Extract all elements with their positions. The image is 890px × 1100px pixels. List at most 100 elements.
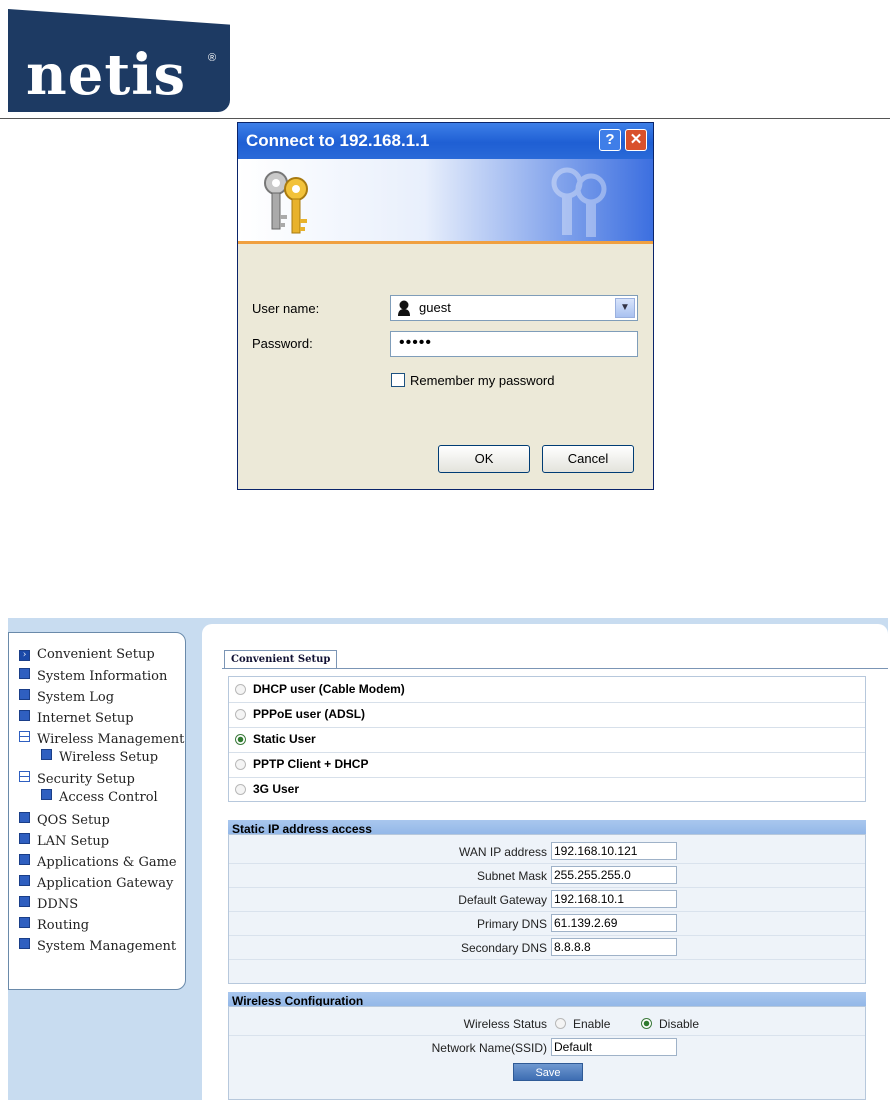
secondary-dns-input[interactable]: 8.8.8.8 <box>551 938 677 956</box>
dialog-titlebar: Connect to 192.168.1.1 ? ✕ <box>238 123 653 159</box>
login-dialog: Connect to 192.168.1.1 ? ✕ User name: gu… <box>237 122 654 490</box>
square-icon <box>19 854 30 865</box>
main-content: Convenient Setup DHCP user (Cable Modem)… <box>202 624 888 1100</box>
option-pptp-client[interactable]: PPTP Client + DHCP <box>229 752 865 778</box>
square-icon <box>41 749 52 760</box>
close-button[interactable]: ✕ <box>625 129 647 151</box>
square-icon <box>41 789 52 800</box>
form-row-primary-dns: Primary DNS 61.139.2.69 <box>229 911 865 936</box>
nav-label: Wireless Management <box>37 732 185 747</box>
option-3g-user[interactable]: 3G User <box>229 777 865 802</box>
nav-item-applications-game[interactable]: Applications & Game <box>19 854 177 870</box>
radio-button[interactable] <box>235 684 246 695</box>
nav-label: Wireless Setup <box>59 750 159 765</box>
folder-open-icon <box>19 731 30 742</box>
dialog-banner <box>238 159 653 244</box>
ssid-input[interactable]: Default <box>551 1038 677 1056</box>
help-button[interactable]: ? <box>599 129 621 151</box>
primary-dns-input[interactable]: 61.139.2.69 <box>551 914 677 932</box>
field-label: Primary DNS <box>476 917 547 931</box>
form-row-default-gateway: Default Gateway 192.168.10.1 <box>229 887 865 912</box>
wireless-config-form: Wireless Status Enable Disable Network N… <box>228 1006 866 1100</box>
square-icon <box>19 812 30 823</box>
nav-label: Convenient Setup <box>37 647 155 662</box>
square-icon <box>19 875 30 886</box>
nav-label: Access Control <box>59 790 158 805</box>
option-label: 3G User <box>253 782 300 796</box>
background-keys-icon <box>551 167 607 237</box>
nav-item-routing[interactable]: Routing <box>19 917 89 933</box>
field-label: Default Gateway <box>458 893 547 907</box>
nav-item-system-management[interactable]: System Management <box>19 938 176 954</box>
remember-password-checkbox[interactable] <box>391 373 405 387</box>
username-combobox[interactable]: guest ▼ <box>390 295 638 321</box>
keys-icon <box>264 171 308 234</box>
radio-button[interactable] <box>235 784 246 795</box>
password-label: Password: <box>252 336 313 351</box>
form-row-wan-ip: WAN IP address 192.168.10.121 <box>229 839 865 864</box>
option-label: Static User <box>253 732 316 746</box>
option-label: PPPoE user (ADSL) <box>253 707 366 721</box>
enable-label: Enable <box>573 1017 611 1031</box>
enable-radio[interactable] <box>555 1018 566 1029</box>
nav-item-qos-setup[interactable]: QOS Setup <box>19 812 110 828</box>
nav-label: LAN Setup <box>37 834 110 849</box>
nav-label: Application Gateway <box>37 876 174 891</box>
square-icon <box>19 710 30 721</box>
wan-ip-input[interactable]: 192.168.10.121 <box>551 842 677 860</box>
option-label: PPTP Client + DHCP <box>253 757 369 771</box>
option-static-user[interactable]: Static User <box>229 727 865 753</box>
field-label: Secondary DNS <box>460 941 547 955</box>
nav-item-access-control[interactable]: Access Control <box>41 789 158 805</box>
router-admin-panel: › Convenient Setup System Information Sys… <box>8 618 888 1100</box>
nav-item-system-log[interactable]: System Log <box>19 689 114 705</box>
user-icon <box>398 300 410 316</box>
disable-label: Disable <box>659 1017 700 1031</box>
nav-label: Security Setup <box>37 772 135 787</box>
nav-item-convenient-setup[interactable]: › Convenient Setup <box>19 647 155 662</box>
logo-registered-mark: ® <box>208 52 217 64</box>
static-ip-form: WAN IP address 192.168.10.121 Subnet Mas… <box>228 834 866 984</box>
nav-item-lan-setup[interactable]: LAN Setup <box>19 833 109 849</box>
option-dhcp-user[interactable]: DHCP user (Cable Modem) <box>229 677 865 703</box>
field-label: Wireless Status <box>463 1017 547 1031</box>
radio-button[interactable] <box>235 709 246 720</box>
nav-label: System Log <box>37 690 115 705</box>
nav-label: Routing <box>37 918 90 933</box>
option-pppoe-user[interactable]: PPPoE user (ADSL) <box>229 702 865 728</box>
tab-divider <box>222 668 888 669</box>
square-icon <box>19 938 30 949</box>
chevron-down-icon[interactable]: ▼ <box>615 298 635 318</box>
password-field[interactable]: ••••• <box>390 331 638 357</box>
nav-label: DDNS <box>37 897 79 912</box>
nav-item-application-gateway[interactable]: Application Gateway <box>19 875 173 891</box>
arrow-icon: › <box>19 650 30 661</box>
cancel-button[interactable]: Cancel <box>542 445 634 473</box>
nav-item-system-information[interactable]: System Information <box>19 668 167 684</box>
field-label: WAN IP address <box>458 845 547 859</box>
disable-radio-selected[interactable] <box>641 1018 652 1029</box>
radio-button[interactable] <box>235 759 246 770</box>
radio-button-selected[interactable] <box>235 734 246 745</box>
remember-password-label: Remember my password <box>410 373 555 388</box>
square-icon <box>19 833 30 844</box>
save-button[interactable]: Save <box>513 1063 583 1081</box>
nav-item-security-setup[interactable]: Security Setup <box>19 771 135 787</box>
netis-logo: netis ® <box>8 8 230 112</box>
username-value: guest <box>419 300 451 315</box>
password-value: ••••• <box>399 334 433 351</box>
subnet-mask-input[interactable]: 255.255.255.0 <box>551 866 677 884</box>
sidebar-nav: › Convenient Setup System Information Sys… <box>8 632 186 990</box>
nav-item-wireless-management[interactable]: Wireless Management <box>19 731 184 747</box>
square-icon <box>19 917 30 928</box>
field-label: Subnet Mask <box>476 869 547 883</box>
square-icon <box>19 896 30 907</box>
nav-item-wireless-setup[interactable]: Wireless Setup <box>41 749 158 765</box>
nav-item-internet-setup[interactable]: Internet Setup <box>19 710 134 726</box>
default-gateway-input[interactable]: 192.168.10.1 <box>551 890 677 908</box>
nav-item-ddns[interactable]: DDNS <box>19 896 78 912</box>
nav-label: System Management <box>37 939 177 954</box>
ok-button[interactable]: OK <box>438 445 530 473</box>
connection-type-options: DHCP user (Cable Modem) PPPoE user (ADSL… <box>228 676 866 802</box>
tab-convenient-setup[interactable]: Convenient Setup <box>224 650 338 669</box>
